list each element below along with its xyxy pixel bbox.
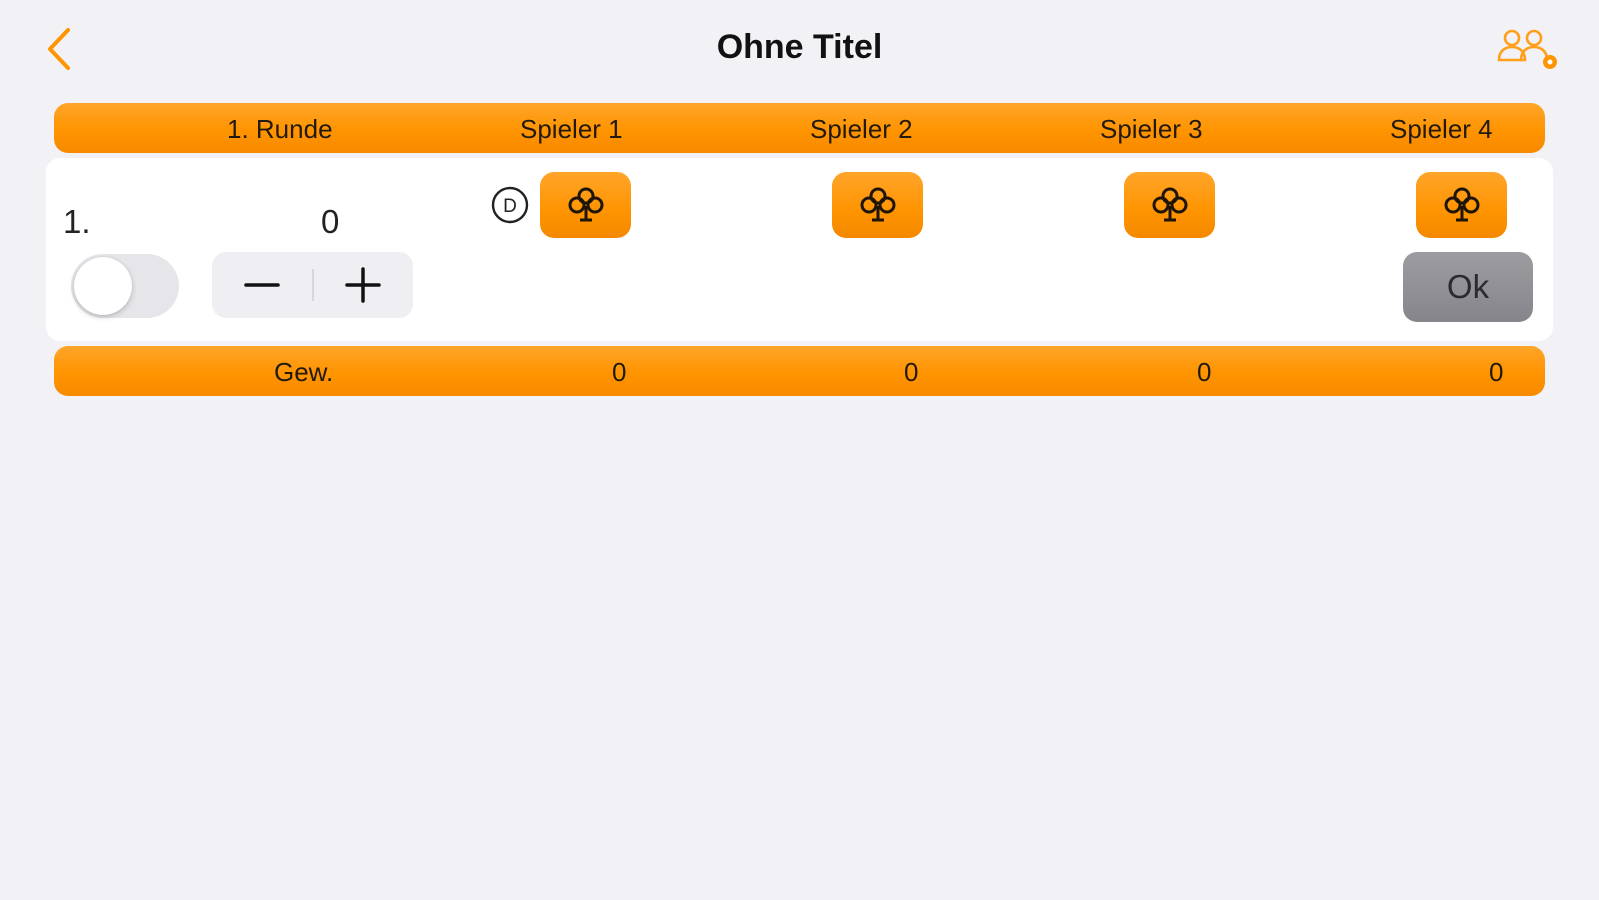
- dealer-marker: D: [503, 196, 517, 217]
- club-icon: [860, 187, 896, 222]
- round-value: 0: [321, 203, 340, 240]
- round-toggle-switch[interactable]: [71, 254, 179, 318]
- totals-label: Gew.: [274, 357, 334, 387]
- club-icon: [1152, 187, 1188, 222]
- player-2-total: 0: [904, 357, 919, 387]
- player-3-total: 0: [1197, 357, 1212, 387]
- player-4-suit-button[interactable]: [1416, 172, 1507, 238]
- page-title: Ohne Titel: [716, 28, 883, 66]
- value-stepper: [212, 252, 413, 318]
- increment-button[interactable]: [313, 252, 413, 318]
- totals-footer-bar: Gew. 0 0 0 0: [54, 346, 1545, 396]
- round-label: 1. Runde: [227, 114, 333, 144]
- player-4-total: 0: [1489, 357, 1504, 387]
- player-2-suit-button[interactable]: [832, 172, 923, 238]
- people-settings-icon: [1497, 29, 1557, 69]
- player-3-name: Spieler 3: [1100, 114, 1203, 144]
- round-header-bar: 1. Runde Spieler 1 Spieler 2 Spieler 3 S…: [54, 103, 1545, 153]
- club-icon: [1444, 187, 1480, 222]
- dealer-icon: D: [491, 186, 529, 224]
- minus-icon: [244, 283, 280, 287]
- player-4-name: Spieler 4: [1390, 114, 1493, 144]
- club-icon: [568, 187, 604, 222]
- round-number: 1.: [63, 203, 91, 240]
- toggle-knob: [74, 257, 132, 315]
- player-1-suit-button[interactable]: [540, 172, 631, 238]
- decrement-button[interactable]: [212, 252, 312, 318]
- manage-players-button[interactable]: [1496, 26, 1560, 74]
- player-1-total: 0: [612, 357, 627, 387]
- round-entry-card: 1. 0 D Ok: [46, 158, 1553, 341]
- plus-icon: [345, 267, 381, 303]
- player-1-name: Spieler 1: [520, 114, 623, 144]
- ok-button[interactable]: Ok: [1403, 252, 1533, 322]
- navigation-bar: Ohne Titel: [0, 0, 1599, 100]
- player-2-name: Spieler 2: [810, 114, 913, 144]
- player-3-suit-button[interactable]: [1124, 172, 1215, 238]
